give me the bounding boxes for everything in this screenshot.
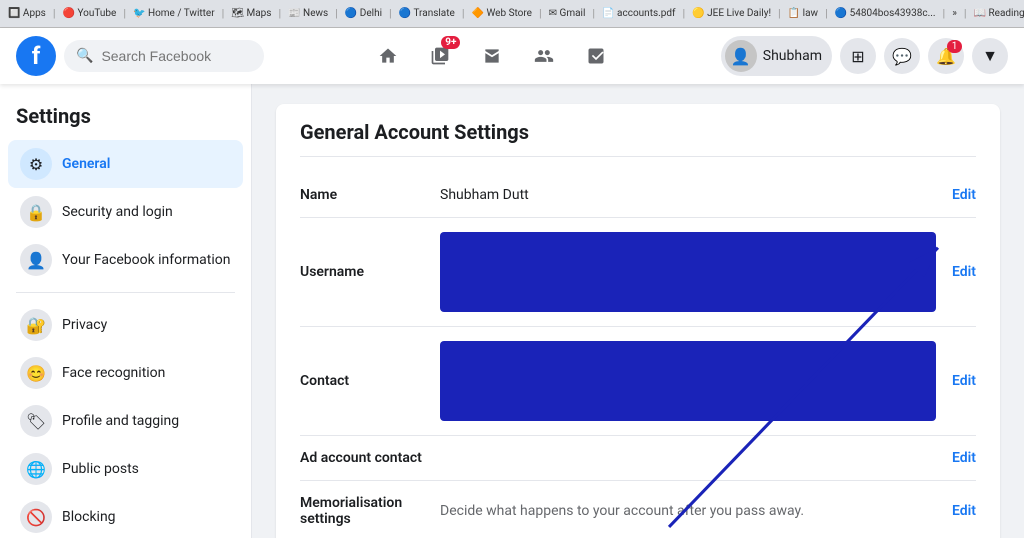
grid-menu-button[interactable]: ⊞ bbox=[840, 38, 876, 74]
general-icon: ⚙ bbox=[20, 148, 52, 180]
settings-card: General Account Settings Name Shubham Du… bbox=[276, 104, 1000, 538]
settings-page-title: General Account Settings bbox=[300, 120, 976, 157]
sidebar-item-label: Face recognition bbox=[62, 365, 165, 381]
ad-account-contact-row: Ad account contact Edit bbox=[300, 436, 976, 481]
video-badge: 9+ bbox=[441, 36, 460, 49]
activity-nav-button[interactable] bbox=[572, 32, 620, 80]
nav-right: 👤 Shubham ⊞ 💬 🔔 1 ▼ bbox=[721, 36, 1008, 76]
browser-tab-more[interactable]: » bbox=[952, 8, 957, 19]
sidebar-item-privacy[interactable]: 🔐 Privacy bbox=[8, 301, 243, 349]
home-nav-button[interactable] bbox=[364, 32, 412, 80]
contact-row: Contact Edit bbox=[300, 327, 976, 436]
browser-tab-maps[interactable]: 🗺 Maps bbox=[231, 8, 271, 19]
fb-info-icon: 👤 bbox=[20, 244, 52, 276]
contact-value-blurred bbox=[440, 341, 936, 421]
browser-tab-gmail[interactable]: ✉ Gmail bbox=[549, 8, 586, 19]
name-label: Name bbox=[300, 187, 440, 203]
browser-tab-accounts[interactable]: 📄 accounts.pdf bbox=[602, 8, 675, 19]
sidebar-item-label: General bbox=[62, 156, 110, 172]
memorialisation-label: Memorialisation settings bbox=[300, 495, 440, 527]
profile-tagging-icon: 🏷 bbox=[20, 405, 52, 437]
facebook-navbar: f 🔍 9+ 👤 Shubham ⊞ 💬 🔔 bbox=[0, 28, 1024, 84]
username-value-blurred bbox=[440, 232, 936, 312]
user-profile-button[interactable]: 👤 Shubham bbox=[721, 36, 832, 76]
memorialisation-edit-button[interactable]: Edit bbox=[936, 503, 976, 519]
notifications-badge: 1 bbox=[947, 40, 962, 53]
browser-tab-news[interactable]: 📰 News bbox=[288, 8, 328, 19]
security-icon: 🔒 bbox=[20, 196, 52, 228]
browser-tab-twitter[interactable]: 🐦 Home / Twitter bbox=[133, 8, 215, 19]
sidebar-title: Settings bbox=[0, 96, 251, 140]
friends-nav-button[interactable] bbox=[520, 32, 568, 80]
sidebar-item-label: Security and login bbox=[62, 204, 173, 220]
nav-center: 9+ bbox=[364, 32, 620, 80]
name-row: Name Shubham Dutt Edit bbox=[300, 173, 976, 218]
memorialisation-row: Memorialisation settings Decide what hap… bbox=[300, 481, 976, 538]
video-nav-button[interactable]: 9+ bbox=[416, 32, 464, 80]
avatar: 👤 bbox=[725, 40, 757, 72]
browser-tab-webstore[interactable]: 🔶 Web Store bbox=[472, 8, 532, 19]
face-recognition-icon: 😊 bbox=[20, 357, 52, 389]
sidebar-item-label: Blocking bbox=[62, 509, 116, 525]
browser-tab-law[interactable]: 📋 law bbox=[788, 8, 818, 19]
sidebar-item-label: Privacy bbox=[62, 317, 107, 333]
sidebar-divider bbox=[16, 292, 235, 293]
name-value: Shubham Dutt bbox=[440, 187, 936, 203]
sidebar-item-label: Profile and tagging bbox=[62, 413, 179, 429]
sidebar: Settings ⚙ General 🔒 Security and login … bbox=[0, 84, 252, 538]
notifications-button[interactable]: 🔔 1 bbox=[928, 38, 964, 74]
contact-edit-button[interactable]: Edit bbox=[936, 373, 976, 389]
sidebar-item-general[interactable]: ⚙ General bbox=[8, 140, 243, 188]
browser-tab-delhi[interactable]: 🔵 Delhi bbox=[345, 8, 382, 19]
privacy-icon: 🔐 bbox=[20, 309, 52, 341]
account-menu-button[interactable]: ▼ bbox=[972, 38, 1008, 74]
sidebar-item-fb-info[interactable]: 👤 Your Facebook information bbox=[8, 236, 243, 284]
search-icon: 🔍 bbox=[76, 48, 93, 64]
name-edit-button[interactable]: Edit bbox=[936, 187, 976, 203]
browser-tab-apps[interactable]: 🔲 Apps bbox=[8, 8, 46, 19]
browser-tab-translate[interactable]: 🔵 Translate bbox=[399, 8, 455, 19]
sidebar-item-label: Your Facebook information bbox=[62, 252, 230, 268]
browser-tab-misc[interactable]: 🔵 54804bos43938c... bbox=[835, 8, 936, 19]
sidebar-item-security[interactable]: 🔒 Security and login bbox=[8, 188, 243, 236]
store-nav-button[interactable] bbox=[468, 32, 516, 80]
public-posts-icon: 🌐 bbox=[20, 453, 52, 485]
sidebar-item-blocking[interactable]: 🚫 Blocking bbox=[8, 493, 243, 538]
memorialisation-desc: Decide what happens to your account afte… bbox=[440, 503, 936, 519]
ad-account-edit-button[interactable]: Edit bbox=[936, 450, 976, 466]
search-bar[interactable]: 🔍 bbox=[64, 40, 264, 72]
sidebar-item-label: Public posts bbox=[62, 461, 139, 477]
main-layout: Settings ⚙ General 🔒 Security and login … bbox=[0, 84, 1024, 538]
ad-account-label: Ad account contact bbox=[300, 450, 440, 466]
browser-tab-reading[interactable]: 📖 Reading Lis... bbox=[974, 8, 1024, 19]
username-label: Shubham bbox=[763, 48, 822, 64]
browser-tab-jee[interactable]: 🟡 JEE Live Daily! bbox=[692, 8, 771, 19]
username-row: Username Edit bbox=[300, 218, 976, 327]
browser-bar: 🔲 Apps | 🔴 YouTube | 🐦 Home / Twitter | … bbox=[0, 0, 1024, 28]
sidebar-item-face-recognition[interactable]: 😊 Face recognition bbox=[8, 349, 243, 397]
sidebar-item-profile-tagging[interactable]: 🏷 Profile and tagging bbox=[8, 397, 243, 445]
username-edit-button[interactable]: Edit bbox=[936, 264, 976, 280]
facebook-logo[interactable]: f bbox=[16, 36, 56, 76]
browser-tab-youtube[interactable]: 🔴 YouTube bbox=[63, 8, 117, 19]
blocking-icon: 🚫 bbox=[20, 501, 52, 533]
sidebar-item-public-posts[interactable]: 🌐 Public posts bbox=[8, 445, 243, 493]
search-input[interactable] bbox=[101, 48, 252, 64]
contact-label: Contact bbox=[300, 373, 440, 389]
username-label: Username bbox=[300, 264, 440, 280]
content-area: General Account Settings Name Shubham Du… bbox=[252, 84, 1024, 538]
messenger-button[interactable]: 💬 bbox=[884, 38, 920, 74]
